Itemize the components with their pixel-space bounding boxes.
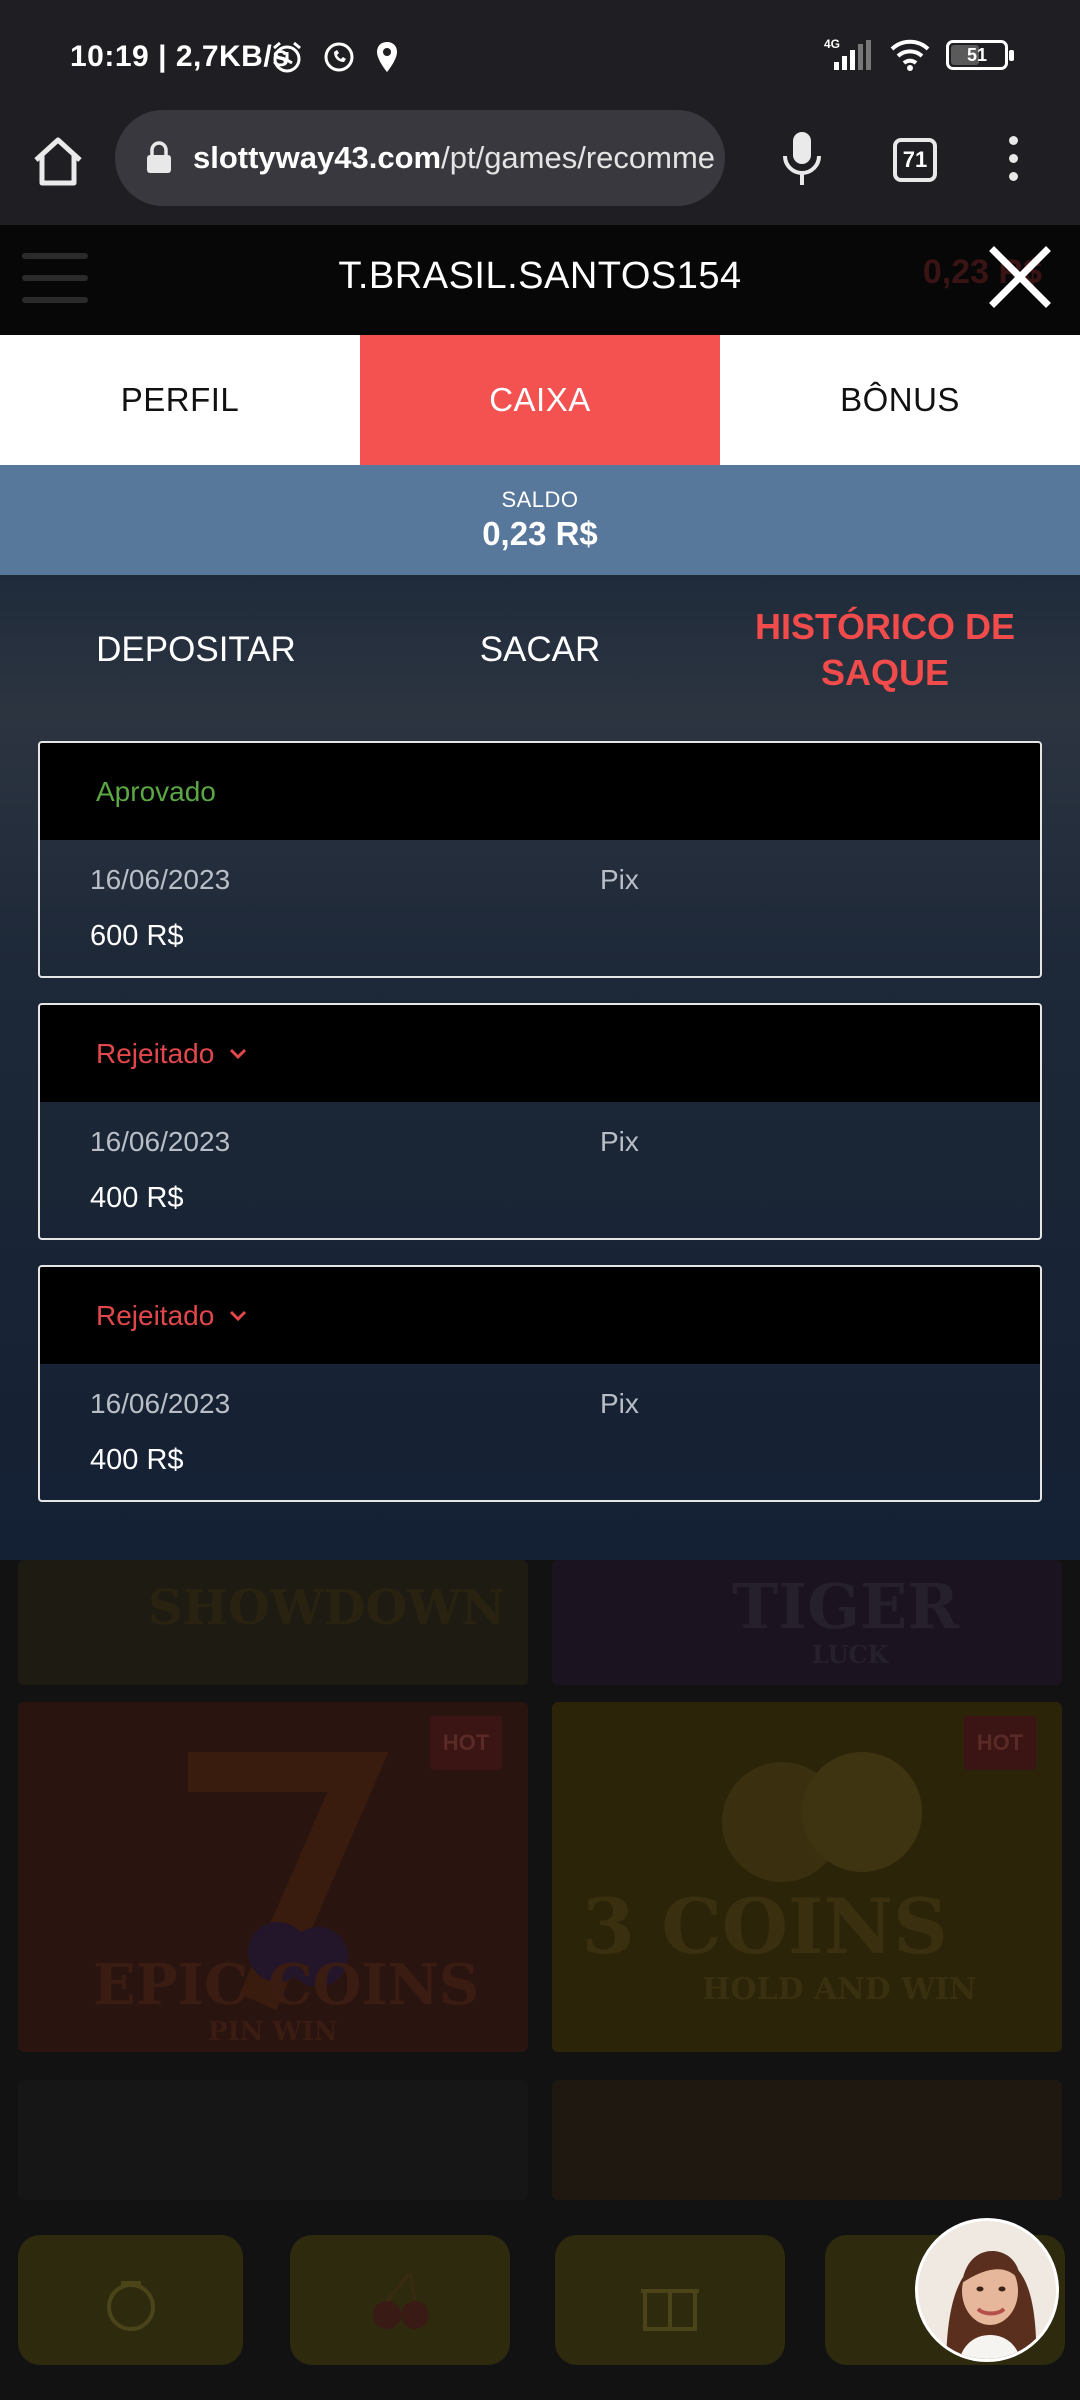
game-tile-tiger: TIGER LUCK — [552, 1560, 1062, 1685]
subtab-depositar[interactable]: DEPOSITAR — [36, 575, 356, 725]
close-icon[interactable] — [988, 245, 1052, 309]
subtab-sacar[interactable]: SACAR — [380, 575, 700, 725]
withdrawal-details: 16/06/2023 Pix 600 R$ — [40, 840, 1040, 976]
withdrawal-details: 16/06/2023 Pix 400 R$ — [40, 1364, 1040, 1500]
cherry-icon — [373, 2272, 429, 2329]
game-title: SHOWDOWN — [148, 1580, 505, 1636]
bottom-nav-item — [18, 2235, 243, 2365]
game-title: TIGER — [732, 1570, 959, 1643]
clock-text: 10:19 — [70, 40, 150, 73]
address-bar[interactable]: slottyway43.com/pt/games/recomme — [115, 110, 725, 206]
withdrawal-date: 16/06/2023 — [90, 864, 231, 895]
tab-caixa[interactable]: CAIXA — [360, 335, 720, 465]
status-label: Rejeitado — [96, 1299, 215, 1331]
withdrawal-details: 16/06/2023 Pix 400 R$ — [40, 1102, 1040, 1238]
gift-icon — [641, 2289, 699, 2331]
battery-icon: 51 — [946, 40, 1014, 70]
withdrawal-method: Pix — [600, 864, 639, 895]
svg-text:4G: 4G — [824, 38, 840, 51]
withdrawal-method: Pix — [600, 1388, 639, 1419]
game-subtitle: LUCK — [812, 1640, 889, 1669]
browser-toolbar: slottyway43.com/pt/games/recomme 71 — [0, 110, 1080, 225]
modal-header: 0,23 R$ T.BRASIL.SANTOS154 — [0, 225, 1080, 335]
tab-bonus[interactable]: BÔNUS — [720, 335, 1080, 465]
withdrawal-date: 16/06/2023 — [90, 1126, 231, 1157]
bottom-nav-item — [555, 2235, 785, 2365]
withdrawal-amount: 600 R$ — [90, 920, 184, 952]
tab-perfil[interactable]: PERFIL — [0, 335, 360, 465]
microphone-icon[interactable] — [780, 128, 824, 188]
withdrawal-status-header[interactable]: Rejeitado — [40, 1267, 1040, 1364]
balance-panel: SALDO 0,23 R$ — [0, 465, 1080, 575]
hot-badge: HOT — [430, 1716, 502, 1770]
overflow-menu-icon[interactable] — [1003, 136, 1023, 186]
url-text: slottyway43.com/pt/games/recomme — [193, 140, 716, 175]
coins-icon — [722, 1752, 922, 1882]
balance-label: SALDO — [501, 487, 579, 512]
game-tile-showdown: SHOWDOWN — [18, 1560, 528, 1685]
withdrawal-date: 16/06/2023 — [90, 1388, 231, 1419]
coin-bag-icon — [106, 2281, 155, 2331]
home-icon[interactable] — [28, 132, 88, 192]
withdrawal-card: Rejeitado 16/06/2023 Pix 400 R$ — [38, 1265, 1042, 1502]
balance-value: 0,23 R$ — [482, 515, 598, 552]
cashier-subtabs: DEPOSITAR SACAR HISTÓRICO DE SAQUE — [0, 575, 1080, 725]
support-chat-avatar[interactable] — [915, 2218, 1059, 2362]
game-tile-3-coins: HOT 3 COINS HOLD AND WIN — [552, 1702, 1062, 2052]
game-subtitle: HOLD AND WIN — [702, 1972, 977, 2007]
game-tile-epic-coins: HOT EPIC COINS PIN WIN — [18, 1702, 528, 2052]
withdrawal-card: Aprovado 16/06/2023 Pix 600 R$ — [38, 741, 1042, 978]
location-icon — [377, 42, 397, 72]
alarm-icon — [273, 41, 301, 73]
bottom-nav-item — [290, 2235, 510, 2365]
withdrawal-method: Pix — [600, 1126, 639, 1157]
status-icons-left — [270, 40, 400, 74]
status-bar: 10:19 | 2,7KB/s 4G 51 — [0, 0, 1080, 110]
hot-badge: HOT — [964, 1716, 1036, 1770]
main-tabs: PERFIL CAIXA BÔNUS — [0, 335, 1080, 465]
modal-title: T.BRASIL.SANTOS154 — [338, 255, 742, 297]
status-label: Rejeitado — [96, 1037, 215, 1069]
withdrawal-status-header[interactable]: Rejeitado — [40, 1005, 1040, 1102]
game-title: EPIC COINS — [93, 1952, 480, 2018]
lock-icon — [147, 141, 171, 173]
game-subtitle: PIN WIN — [208, 2017, 338, 2047]
wifi-icon — [890, 39, 930, 71]
signal-icon: 4G — [824, 38, 871, 70]
withdrawal-card: Rejeitado 16/06/2023 Pix 400 R$ — [38, 1003, 1042, 1240]
support-agent-portrait — [918, 2221, 1056, 2359]
status-time: 10:19 | 2,7KB/s — [70, 40, 290, 73]
game-tile — [552, 2080, 1062, 2200]
withdrawal-amount: 400 R$ — [90, 1444, 184, 1476]
withdrawal-status-header: Aprovado — [40, 743, 1040, 840]
chevron-down-icon[interactable] — [228, 1047, 248, 1061]
status-icons-right: 4G 51 — [824, 38, 1014, 72]
game-tile — [18, 2080, 528, 2200]
cashier-content: DEPOSITAR SACAR HISTÓRICO DE SAQUE Aprov… — [0, 575, 1080, 1560]
tab-switcher-button[interactable]: 71 — [893, 138, 937, 182]
chevron-down-icon[interactable] — [228, 1309, 248, 1323]
status-label: Aprovado — [96, 775, 216, 807]
withdrawal-amount: 400 R$ — [90, 1182, 184, 1214]
whatsapp-icon — [324, 42, 354, 72]
subtab-historico-de-saque[interactable]: HISTÓRICO DE SAQUE — [710, 575, 1060, 725]
game-title: 3 COINS — [582, 1882, 948, 1971]
